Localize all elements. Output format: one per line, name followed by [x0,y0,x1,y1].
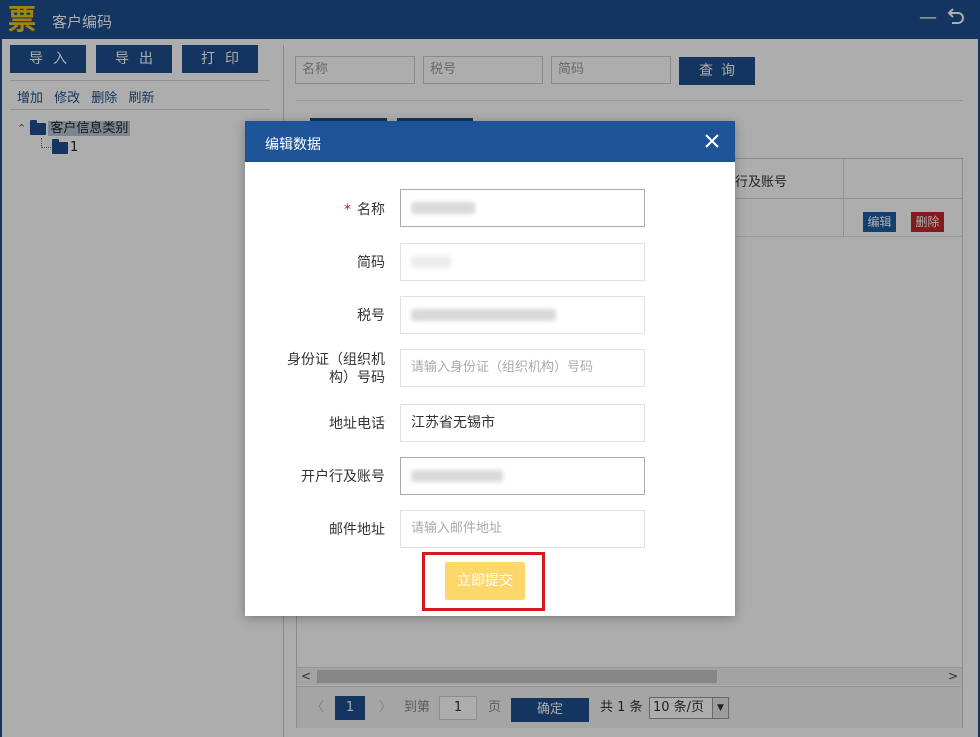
email-label: 邮件地址 [329,522,385,538]
name-field[interactable] [400,189,645,227]
redacted-value [411,202,475,214]
code-label: 简码 [357,255,385,271]
redacted-value [411,256,451,268]
close-icon[interactable] [701,130,723,152]
address-field[interactable]: 江苏省无锡市 [400,404,645,442]
dialog-header: 编辑数据 [245,121,735,162]
id-label: 身份证（组织机 构）号码 [287,352,385,386]
address-label: 地址电话 [329,416,385,432]
dialog-title: 编辑数据 [265,137,321,153]
code-field[interactable] [400,243,645,281]
bank-label: 开户行及账号 [301,469,385,485]
id-field[interactable]: 请输入身份证（组织机构）号码 [400,349,645,387]
redacted-value [411,309,556,321]
redacted-value [411,470,503,482]
tax-field[interactable] [400,296,645,334]
bank-field[interactable] [400,457,645,495]
submit-button[interactable]: 立即提交 [445,562,525,600]
name-label: * 名称 [344,202,385,218]
tax-label: 税号 [357,308,385,324]
edit-data-dialog: 编辑数据 * 名称 简码 税号 身份证（组织机 构）号码 请输入身份证（组织机构）… [245,121,735,616]
email-field[interactable]: 请输入邮件地址 [400,510,645,548]
required-mark: * [344,202,351,218]
